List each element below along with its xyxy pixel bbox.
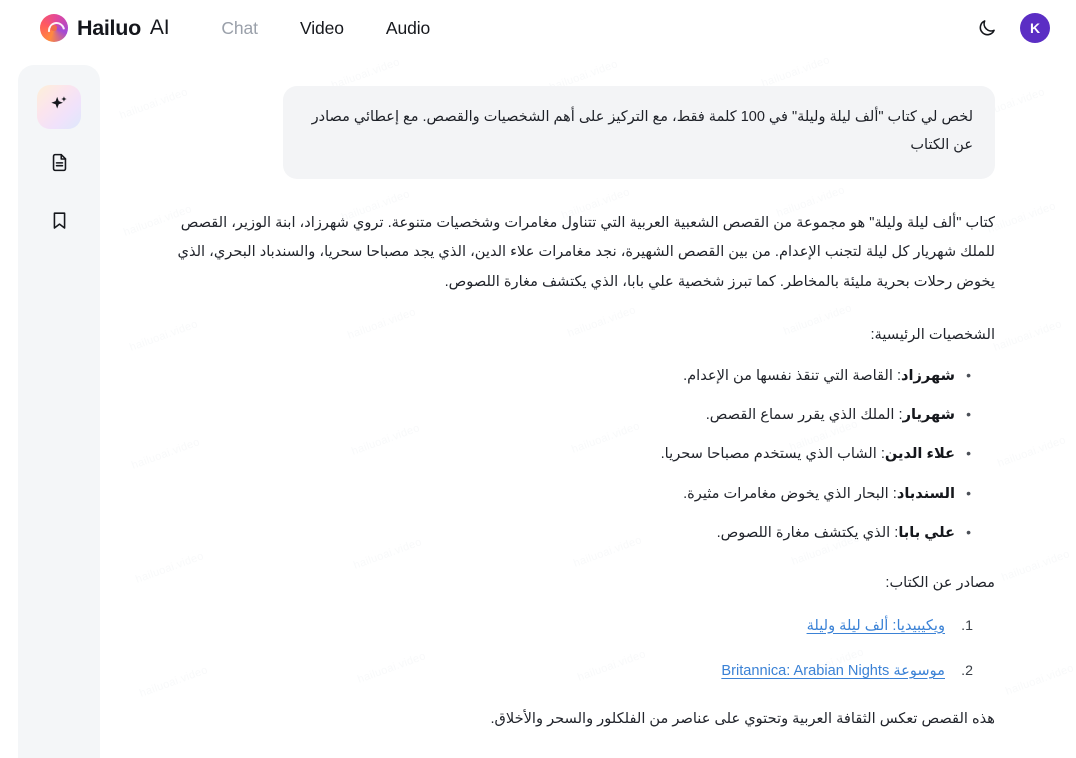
sources-heading: مصادر عن الكتاب: xyxy=(885,575,995,592)
nav-tab-chat[interactable]: Chat xyxy=(221,18,258,39)
app-root: Hailuo AI Chat Video Audio K hailuoai.vi… xyxy=(0,0,1076,758)
conversation-panel: لخص لي كتاب "ألف ليلة وليلة" في 100 كلمة… xyxy=(100,56,1076,758)
brand-suffix: AI xyxy=(149,16,170,39)
top-header: Hailuo AI Chat Video Audio K xyxy=(0,0,1076,56)
assistant-intro-paragraph: كتاب "ألف ليلة وليلة" هو مجموعة من القصص… xyxy=(177,214,995,290)
list-item: موسوعة Britannica: Arabian Nights xyxy=(165,660,973,683)
sources-list: ويكيبيديا: ألف ليلة وليلة موسوعة Britann… xyxy=(165,615,995,684)
user-avatar[interactable]: K xyxy=(1020,13,1050,43)
nav-tab-audio[interactable]: Audio xyxy=(386,18,430,39)
list-item: شهريار: الملك الذي يقرر سماع القصص. xyxy=(165,403,971,427)
character-name: شهرزاد xyxy=(901,367,955,384)
user-message-bubble: لخص لي كتاب "ألف ليلة وليلة" في 100 كلمة… xyxy=(283,86,995,179)
character-name: السندباد xyxy=(896,485,955,502)
character-description: : الملك الذي يقرر سماع القصص. xyxy=(705,406,903,423)
list-item: علاء الدين: الشاب الذي يستخدم مصباحا سحر… xyxy=(165,442,971,466)
sidebar-item-bookmarks[interactable] xyxy=(37,201,81,245)
document-icon xyxy=(49,152,70,178)
list-item: علي بابا: الذي يكتشف مغارة اللصوص. xyxy=(165,521,971,545)
character-description: : الذي يكتشف مغارة اللصوص. xyxy=(716,524,899,541)
character-description: : القاصة التي تنقذ نفسها من الإعدام. xyxy=(683,367,902,384)
sidebar-item-documents[interactable] xyxy=(37,143,81,187)
character-description: : البحار الذي يخوض مغامرات مثيرة. xyxy=(683,485,897,502)
moon-icon[interactable] xyxy=(974,15,1000,41)
characters-list: شهرزاد: القاصة التي تنقذ نفسها من الإعدا… xyxy=(165,364,995,546)
character-description: : الشاب الذي يستخدم مصباحا سحريا. xyxy=(660,446,885,463)
source-link-wikipedia[interactable]: ويكيبيديا: ألف ليلة وليلة xyxy=(807,618,945,634)
assistant-closing-paragraph: هذه القصص تعكس الثقافة العربية وتحتوي عل… xyxy=(490,711,996,728)
characters-heading: الشخصيات الرئيسية: xyxy=(870,327,995,344)
list-item: ويكيبيديا: ألف ليلة وليلة xyxy=(165,615,973,638)
main-nav: Chat Video Audio xyxy=(221,18,430,39)
nav-tab-video[interactable]: Video xyxy=(300,18,344,39)
sidebar-item-assistant[interactable] xyxy=(37,85,81,129)
brand-logo[interactable]: Hailuo AI xyxy=(40,14,170,42)
header-right-controls: K xyxy=(974,13,1050,43)
character-name: علي بابا xyxy=(898,524,955,541)
brand-name: Hailuo xyxy=(77,15,141,40)
left-sidebar xyxy=(18,65,100,758)
character-name: علاء الدين xyxy=(884,446,955,463)
user-message-row: لخص لي كتاب "ألف ليلة وليلة" في 100 كلمة… xyxy=(100,86,1076,179)
sparkles-icon xyxy=(48,94,70,121)
source-link-britannica[interactable]: موسوعة Britannica: Arabian Nights xyxy=(721,663,945,679)
hailuo-spiral-logo-icon xyxy=(40,14,68,42)
character-name: شهريار xyxy=(902,406,955,423)
assistant-message: كتاب "ألف ليلة وليلة" هو مجموعة من القصص… xyxy=(100,179,1076,735)
list-item: السندباد: البحار الذي يخوض مغامرات مثيرة… xyxy=(165,482,971,506)
bookmark-icon xyxy=(49,210,70,236)
list-item: شهرزاد: القاصة التي تنقذ نفسها من الإعدا… xyxy=(165,364,971,388)
